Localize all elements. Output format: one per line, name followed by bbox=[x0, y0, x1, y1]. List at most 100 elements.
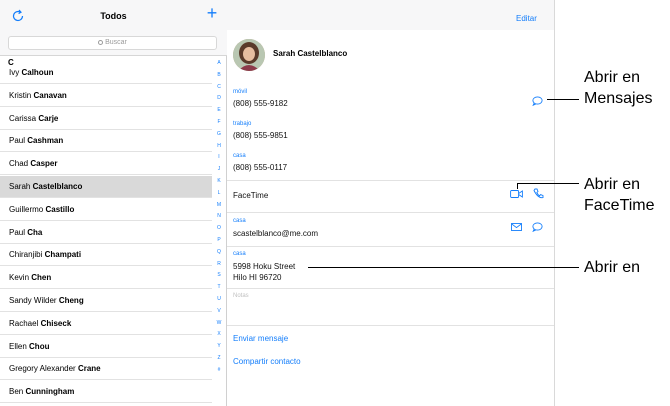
contact-last-name: Canavan bbox=[33, 90, 67, 100]
contact-row[interactable]: Guillermo Castillo bbox=[0, 199, 212, 221]
contact-last-name: Chou bbox=[29, 341, 50, 351]
callout-line-maps bbox=[308, 267, 579, 268]
index-letter[interactable]: Y bbox=[212, 343, 226, 349]
contact-row[interactable]: Rachael Chiseck bbox=[0, 313, 212, 335]
contact-last-name: Cha bbox=[27, 227, 43, 237]
contact-row[interactable]: Chad Casper bbox=[0, 153, 212, 176]
index-letter[interactable]: R bbox=[212, 261, 226, 267]
index-letter[interactable]: T bbox=[212, 284, 226, 290]
contact-row[interactable]: Paul Cha bbox=[0, 222, 212, 244]
list-title: Todos bbox=[100, 11, 127, 21]
index-letter[interactable]: J bbox=[212, 166, 226, 172]
index-letter[interactable]: G bbox=[212, 131, 226, 137]
index-letter[interactable]: U bbox=[212, 296, 226, 302]
search-icon bbox=[98, 40, 104, 45]
contact-row[interactable]: Kristin Canavan bbox=[0, 85, 212, 107]
contact-last-name: Cashman bbox=[27, 136, 64, 146]
avatar bbox=[233, 39, 265, 71]
message-icon[interactable] bbox=[532, 222, 543, 232]
contact-last-name: Cunningham bbox=[25, 387, 75, 397]
contact-first-name: Chiranjibi bbox=[9, 250, 43, 260]
contact-first-name: Chad bbox=[9, 159, 29, 169]
contact-first-name: Sandy Wilder bbox=[9, 296, 57, 305]
index-letter[interactable]: F bbox=[212, 119, 226, 125]
contacts-app: Todos + Buscar C Ivy Calhoun Kristin Cana… bbox=[0, 0, 555, 406]
callout-line-facetime bbox=[517, 183, 579, 184]
contact-name: Sarah Castelblanco bbox=[273, 49, 348, 58]
edit-button[interactable]: Editar bbox=[516, 14, 537, 23]
contact-last-name: Cheng bbox=[58, 296, 84, 305]
address-line-1[interactable]: 5998 Hoku Street bbox=[233, 262, 295, 271]
index-letter[interactable]: D bbox=[212, 95, 226, 101]
email-label: casa bbox=[233, 218, 246, 224]
contact-row[interactable]: Carissa Carje bbox=[0, 108, 212, 130]
index-letter[interactable]: B bbox=[212, 72, 226, 78]
email-address[interactable]: scastelblanco@me.com bbox=[233, 229, 318, 238]
audio-call-icon[interactable] bbox=[533, 188, 544, 199]
contact-last-name: Castelblanco bbox=[32, 182, 83, 191]
callout-line-messages bbox=[547, 99, 579, 100]
contact-first-name: Kristin bbox=[9, 90, 32, 100]
contact-first-name: Paul bbox=[9, 227, 26, 237]
index-letter[interactable]: X bbox=[212, 331, 226, 337]
notes-label[interactable]: Notas bbox=[233, 293, 249, 299]
contact-first-name: Kevin bbox=[9, 273, 30, 283]
home-number[interactable]: (808) 555-0117 bbox=[233, 163, 287, 172]
contact-row[interactable]: Ellen Chou bbox=[0, 336, 212, 358]
index-letter[interactable]: K bbox=[212, 178, 226, 184]
index-letter[interactable]: S bbox=[212, 272, 226, 278]
index-letter[interactable]: C bbox=[212, 84, 226, 90]
contact-row[interactable]: Paul Cashman bbox=[0, 130, 212, 153]
index-letter[interactable]: I bbox=[212, 154, 226, 160]
index-letter[interactable]: H bbox=[212, 143, 226, 149]
list-header: Todos + Buscar bbox=[0, 0, 227, 56]
send-message-link[interactable]: Enviar mensaje bbox=[233, 334, 288, 343]
video-call-icon[interactable] bbox=[510, 189, 523, 199]
index-letter[interactable]: V bbox=[212, 308, 226, 314]
contact-row[interactable]: Gregory Alexander Crane bbox=[0, 358, 212, 381]
contact-row[interactable]: Chiranjibi Champati bbox=[0, 244, 212, 267]
mobile-number[interactable]: (808) 555-9182 bbox=[233, 99, 288, 108]
index-letter[interactable]: P bbox=[212, 237, 226, 243]
detail-header bbox=[227, 0, 554, 30]
index-letter[interactable]: # bbox=[212, 367, 226, 373]
mail-icon[interactable] bbox=[511, 223, 522, 231]
section-index[interactable]: A B C D E F G H I J K L M N O P Q R S T U V W X Y Z # bbox=[212, 56, 226, 406]
index-letter[interactable]: W bbox=[212, 320, 226, 326]
message-icon[interactable] bbox=[532, 96, 543, 106]
index-letter[interactable]: Q bbox=[212, 249, 226, 255]
contact-last-name: Castillo bbox=[45, 204, 75, 214]
callout-messages-line-2: Mensajes bbox=[584, 90, 653, 107]
address-line-2[interactable]: Hilo HI 96720 bbox=[233, 273, 281, 282]
callout-maps-line-1: Abrir en bbox=[584, 259, 641, 276]
contact-row[interactable]: Ben Cunningham bbox=[0, 381, 212, 404]
add-contact-button[interactable]: + bbox=[204, 4, 220, 22]
contact-first-name: Rachael bbox=[9, 318, 39, 328]
search-input[interactable]: Buscar bbox=[8, 36, 217, 50]
index-letter[interactable]: N bbox=[212, 213, 226, 219]
index-letter[interactable]: Z bbox=[212, 355, 226, 361]
divider bbox=[227, 325, 554, 326]
contact-first-name: Ivy bbox=[9, 68, 20, 77]
divider bbox=[227, 212, 554, 213]
callout-line-facetime-stub bbox=[517, 183, 518, 189]
contact-row[interactable]: Sarah Castelblanco bbox=[0, 176, 212, 198]
contact-row[interactable]: Sandy Wilder Cheng bbox=[0, 290, 212, 312]
search-placeholder: Buscar bbox=[105, 39, 127, 46]
callout-facetime-line-1: Abrir en bbox=[584, 176, 641, 193]
mobile-label: móvil bbox=[233, 89, 248, 95]
contact-list-pane: Todos + Buscar C Ivy Calhoun Kristin Cana… bbox=[0, 0, 227, 406]
contact-last-name: Crane bbox=[77, 364, 101, 374]
contact-last-name: Chen bbox=[31, 273, 52, 283]
index-letter[interactable]: M bbox=[212, 202, 226, 208]
contact-row[interactable]: Kevin Chen bbox=[0, 267, 212, 290]
index-letter[interactable]: O bbox=[212, 225, 226, 231]
share-contact-link[interactable]: Compartir contacto bbox=[233, 357, 301, 366]
index-letter[interactable]: E bbox=[212, 107, 226, 113]
contact-row[interactable]: Ivy Calhoun bbox=[0, 62, 212, 84]
contact-first-name: Gregory Alexander bbox=[9, 364, 76, 374]
index-letter[interactable]: L bbox=[212, 190, 226, 196]
contact-last-name: Carje bbox=[38, 113, 59, 123]
work-number[interactable]: (808) 555-9851 bbox=[233, 131, 288, 140]
index-letter[interactable]: A bbox=[212, 60, 226, 66]
